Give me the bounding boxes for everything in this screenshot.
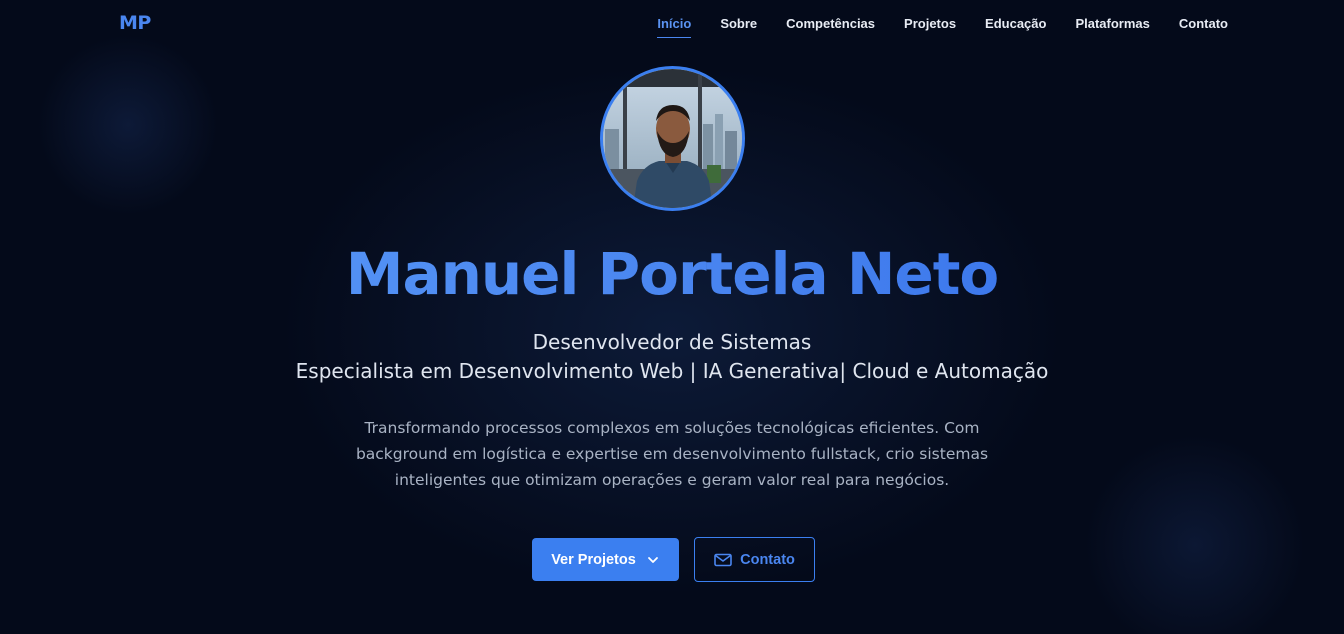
role-title: Desenvolvedor de Sistemas — [532, 330, 812, 354]
profile-avatar — [600, 66, 745, 211]
page: MP Início Sobre Competências Projetos Ed… — [0, 0, 1344, 634]
contact-label: Contato — [740, 551, 795, 568]
nav-item-inicio[interactable]: Início — [657, 16, 691, 38]
main-nav: Início Sobre Competências Projetos Educa… — [628, 16, 1228, 38]
view-projects-label: Ver Projetos — [551, 551, 636, 568]
hero-name: Manuel Portela Neto — [0, 236, 1344, 312]
nav-item-plataformas[interactable]: Plataformas — [1075, 16, 1149, 34]
role-specialties: Especialista em Desenvolvimento Web | IA… — [295, 359, 1049, 383]
chevron-down-icon — [646, 553, 660, 567]
contact-button[interactable]: Contato — [694, 537, 815, 582]
nav-item-educacao[interactable]: Educação — [985, 16, 1046, 34]
hero-role: Desenvolvedor de Sistemas Especialista e… — [0, 328, 1344, 386]
logo[interactable]: MP — [119, 12, 151, 34]
nav-item-sobre[interactable]: Sobre — [720, 16, 757, 34]
hero-description: Transformando processos complexos em sol… — [355, 419, 989, 489]
nav-item-contato[interactable]: Contato — [1179, 16, 1228, 34]
nav-item-projetos[interactable]: Projetos — [904, 16, 956, 34]
profile-photo — [603, 69, 742, 208]
view-projects-button[interactable]: Ver Projetos — [532, 538, 679, 581]
nav-item-competencias[interactable]: Competências — [786, 16, 875, 34]
mail-icon — [714, 553, 732, 567]
